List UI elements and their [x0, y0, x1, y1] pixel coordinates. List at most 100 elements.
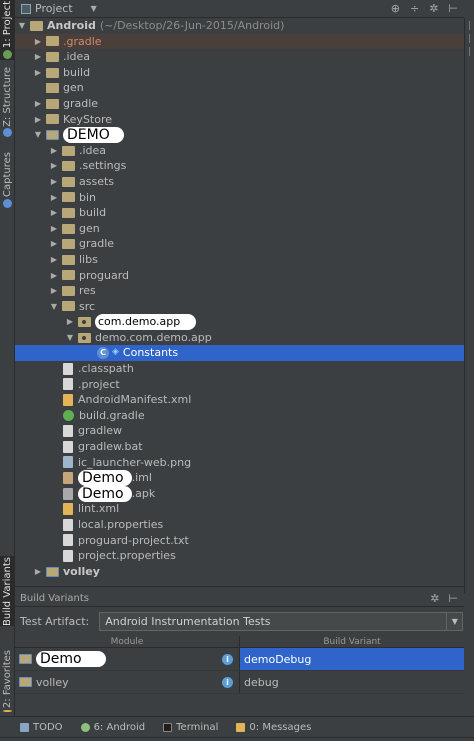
android-tab[interactable]: 6: Android — [80, 722, 145, 733]
collapsed-arrow-icon[interactable]: ▶ — [49, 205, 59, 221]
file-icon — [63, 440, 73, 453]
captures-tool-tab[interactable]: Captures — [0, 150, 15, 210]
gear-icon[interactable]: ✲ — [430, 592, 439, 605]
tree-row[interactable]: Demo .iml — [15, 470, 464, 487]
tree-row-gradle-dir[interactable]: ▶ .gradle — [15, 33, 464, 50]
collapse-icon[interactable]: ÷ — [410, 2, 419, 15]
hide-icon[interactable]: ⊢ — [448, 2, 458, 15]
tree-label: gradle — [63, 96, 99, 110]
tree-row[interactable]: ▶ gradle — [15, 236, 464, 252]
tree-row[interactable]: project.properties — [15, 548, 464, 564]
tree-row[interactable]: gen — [15, 80, 464, 96]
tree-label: src — [79, 299, 96, 313]
collapsed-arrow-icon[interactable]: ▶ — [49, 158, 59, 174]
tree-row[interactable]: ▶ .idea — [15, 143, 464, 159]
tree-row[interactable]: ▶ res — [15, 283, 464, 299]
file-icon — [63, 425, 73, 438]
tree-row[interactable]: Demo .apk — [15, 485, 464, 502]
collapsed-arrow-icon[interactable]: ▶ — [33, 34, 43, 50]
tree-label: ic_launcher-web.png — [78, 455, 192, 469]
favorites-tool-tab[interactable]: 2: Favorites — [0, 650, 15, 712]
collapsed-arrow-icon[interactable]: ▶ — [33, 96, 43, 112]
build-variant-cell[interactable]: demoDebug — [240, 648, 464, 670]
file-extension: .apk — [131, 486, 156, 500]
build-variant-column-header[interactable]: Build Variant — [240, 636, 464, 647]
build-variants-tool-tab[interactable]: Build Variants — [0, 556, 15, 626]
structure-tool-tab[interactable]: Z: Structure — [0, 66, 15, 138]
todo-tab[interactable]: TODO — [20, 722, 63, 733]
project-tool-tab[interactable]: 1: Project — [0, 0, 15, 60]
hide-icon[interactable]: ⊢ — [448, 592, 458, 605]
tree-row[interactable]: ▶ .settings — [15, 158, 464, 174]
collapsed-arrow-icon[interactable]: ▶ — [49, 174, 59, 190]
todo-label: TODO — [33, 721, 63, 733]
tree-row[interactable]: ▶ libs — [15, 252, 464, 268]
tree-row[interactable]: gradlew — [15, 423, 464, 439]
info-icon[interactable]: i — [222, 653, 233, 665]
project-path: (~/Desktop/26-Jun-2015/Android) — [99, 19, 285, 32]
info-icon[interactable]: i — [222, 676, 233, 688]
build-variant-cell[interactable]: debug — [240, 671, 464, 693]
tree-row-package[interactable]: ▼ demo.com.demo.app — [15, 330, 464, 346]
project-view-selector[interactable]: Project ▼ — [21, 2, 97, 15]
tree-row-src[interactable]: ▼ src — [15, 299, 464, 315]
tree-row[interactable]: ▶ assets — [15, 174, 464, 190]
tree-row[interactable]: build.gradle — [15, 408, 464, 424]
right-strip-marker: | — [467, 21, 472, 31]
tree-row[interactable]: local.properties — [15, 517, 464, 533]
collapsed-arrow-icon[interactable]: ▶ — [49, 236, 59, 252]
tree-row[interactable]: ic_launcher-web.png — [15, 455, 464, 471]
tree-row[interactable]: ▶ build — [15, 65, 464, 81]
tree-label: .idea — [63, 50, 91, 64]
tree-label: lint.xml — [78, 502, 120, 516]
expanded-arrow-icon[interactable]: ▼ — [65, 330, 75, 346]
collapsed-arrow-icon[interactable]: ▶ — [33, 564, 43, 580]
tree-row[interactable]: ▶ KeyStore — [15, 112, 464, 128]
tree-row-constants[interactable]: C ◈ Constants — [15, 345, 464, 362]
iml-file-icon — [63, 472, 73, 485]
tree-row-android[interactable]: ▼ Android (~/Desktop/26-Jun-2015/Android… — [15, 18, 464, 34]
collapsed-arrow-icon[interactable]: ▶ — [49, 283, 59, 299]
collapsed-arrow-icon[interactable]: ▶ — [49, 221, 59, 237]
tree-row-package[interactable]: ▶ com.demo.app — [15, 314, 464, 331]
sync-icon[interactable]: ⊕ — [391, 2, 400, 15]
tree-row[interactable]: lint.xml — [15, 501, 464, 517]
tree-row[interactable]: proguard-project.txt — [15, 533, 464, 549]
terminal-tab[interactable]: Terminal — [163, 722, 218, 733]
collapsed-arrow-icon[interactable]: ▶ — [49, 252, 59, 268]
table-row[interactable]: Demo i demoDebug — [15, 648, 464, 671]
tree-row[interactable]: ▶ bin — [15, 190, 464, 206]
collapsed-arrow-icon[interactable]: ▶ — [33, 112, 43, 128]
tree-row[interactable]: .classpath — [15, 361, 464, 377]
collapsed-arrow-icon[interactable]: ▶ — [49, 190, 59, 206]
tree-label: res — [79, 284, 96, 298]
tree-row[interactable]: ▶ gen — [15, 221, 464, 237]
tree-row-demo-module[interactable]: ▼ DEMO — [15, 126, 464, 143]
chevron-down-icon: ▼ — [446, 612, 462, 630]
tree-row-volley[interactable]: ▶ volley — [15, 564, 464, 580]
module-column-header[interactable]: Module — [15, 636, 240, 647]
messages-tab[interactable]: 0: Messages — [236, 722, 311, 733]
file-extension: .iml — [131, 471, 152, 485]
tree-row[interactable]: AndroidManifest.xml — [15, 392, 464, 408]
tree-row[interactable]: ▶ gradle — [15, 96, 464, 112]
tree-row[interactable]: .project — [15, 377, 464, 393]
expanded-arrow-icon[interactable]: ▼ — [33, 127, 43, 143]
tree-row[interactable]: ▶ .idea — [15, 49, 464, 65]
tree-row[interactable]: gradlew.bat — [15, 439, 464, 455]
test-artifact-select[interactable]: Android Instrumentation Tests ▼ — [99, 611, 464, 631]
chevron-down-icon: ▼ — [90, 4, 97, 13]
collapsed-arrow-icon[interactable]: ▶ — [49, 268, 59, 284]
gear-icon[interactable]: ✲ — [429, 2, 438, 15]
collapsed-arrow-icon[interactable]: ▶ — [33, 49, 43, 65]
tree-row[interactable]: ▶ build — [15, 205, 464, 221]
file-icon — [63, 518, 73, 531]
collapsed-arrow-icon[interactable]: ▶ — [65, 314, 75, 330]
expanded-arrow-icon[interactable]: ▼ — [49, 299, 59, 315]
collapsed-arrow-icon[interactable]: ▶ — [49, 143, 59, 159]
tree-label: Constants — [122, 346, 179, 360]
expanded-arrow-icon[interactable]: ▼ — [17, 18, 27, 34]
table-row[interactable]: volley i debug — [15, 671, 464, 694]
collapsed-arrow-icon[interactable]: ▶ — [33, 65, 43, 81]
tree-row[interactable]: ▶ proguard — [15, 268, 464, 284]
